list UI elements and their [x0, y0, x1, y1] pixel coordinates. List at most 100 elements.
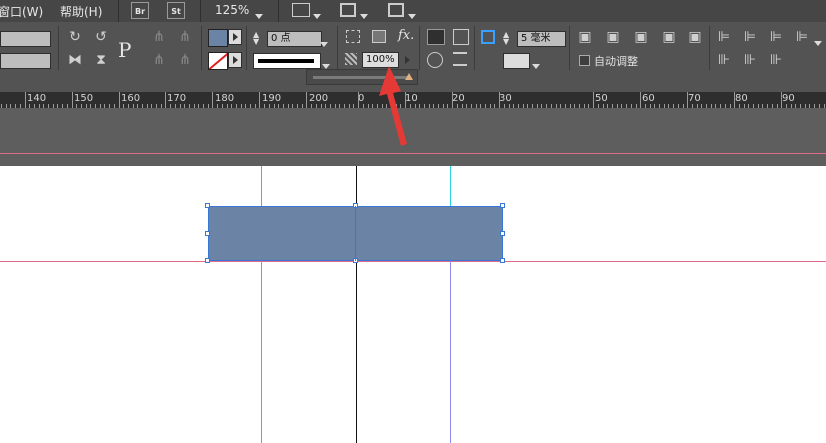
stroke-line-preview — [258, 59, 314, 63]
fit-proportionally-icon[interactable]: ▣ — [660, 29, 678, 45]
stroke-style-dropdown-icon[interactable] — [532, 58, 540, 72]
auto-fit-checkbox[interactable] — [579, 55, 590, 66]
zoom-dropdown-icon[interactable] — [255, 8, 263, 22]
fit-content-to-frame-icon[interactable]: ▣ — [576, 29, 594, 45]
align-to-icon[interactable]: ⊫ — [793, 29, 811, 45]
ruler-tick — [259, 92, 260, 108]
align-right-icon[interactable]: ⊫ — [767, 29, 785, 45]
bridge-button[interactable]: Br — [131, 2, 149, 19]
screen-mode-dropdown-icon[interactable] — [360, 8, 368, 22]
flip-vertical-icon[interactable]: ⧗ — [92, 52, 110, 68]
fill-frame-proportionally-icon[interactable]: ▣ — [686, 29, 704, 45]
fit-frame-to-content-icon[interactable]: ▣ — [604, 29, 622, 45]
arrange-dropdown-icon[interactable] — [408, 8, 416, 22]
view-options-icon[interactable] — [292, 3, 310, 17]
reference-point-icon[interactable]: P — [118, 38, 131, 62]
divider — [337, 26, 338, 70]
effects-button[interactable]: fx. — [398, 28, 414, 43]
menu-bar: 窗口(W) 帮助(H) Br St 125% — [0, 0, 826, 22]
ruler-tick — [212, 92, 213, 108]
y-position-field[interactable] — [0, 53, 51, 69]
ruler-tick — [781, 92, 782, 108]
align-center-icon[interactable]: ⊫ — [741, 29, 759, 45]
annotation-arrow — [379, 66, 407, 146]
align-to-dropdown-icon[interactable] — [814, 35, 822, 49]
divider — [569, 26, 570, 70]
arrow-shape — [379, 66, 407, 146]
ruler-label: 80 — [735, 93, 748, 104]
rotate-ccw-icon[interactable]: ↺ — [92, 29, 110, 45]
select-content-icon[interactable]: ⋔ — [176, 29, 194, 45]
shadow-frame-icon[interactable] — [372, 30, 386, 43]
arrange-documents-icon[interactable] — [388, 3, 404, 17]
margin-guide — [0, 261, 826, 262]
ruler-label: 60 — [642, 93, 655, 104]
handle-bottom-right[interactable] — [500, 258, 505, 263]
handle-top-left[interactable] — [205, 203, 210, 208]
wrap-jump-object-icon[interactable] — [453, 52, 467, 66]
center-content-icon[interactable]: ▣ — [632, 29, 650, 45]
gap-field[interactable]: 5 毫米 — [517, 31, 566, 47]
rotate-cw-icon[interactable]: ↻ — [66, 29, 84, 45]
wrap-bounding-box-icon[interactable] — [453, 29, 469, 45]
menu-divider — [118, 0, 119, 22]
handle-bottom-left[interactable] — [205, 258, 210, 263]
zoom-level[interactable]: 125% — [215, 3, 249, 17]
ruler-label: 180 — [215, 93, 235, 104]
drop-shadow-icon[interactable] — [346, 30, 360, 43]
handle-top-right[interactable] — [500, 203, 505, 208]
ruler-tick — [640, 92, 641, 108]
gap-stepper-icon[interactable]: ▲ ▼ — [503, 31, 515, 46]
ruler-tick — [25, 92, 26, 108]
x-position-field[interactable] — [0, 31, 51, 47]
ruler-label: 50 — [595, 93, 608, 104]
ruler-label: 70 — [688, 93, 701, 104]
menu-window[interactable]: 窗口(W) — [0, 3, 43, 20]
ruler-tick — [734, 92, 735, 108]
menu-help[interactable]: 帮助(H) — [60, 3, 102, 20]
select-previous-icon[interactable]: ⋔ — [150, 52, 168, 68]
fill-menu-button[interactable] — [228, 29, 242, 45]
wrap-object-shape-icon[interactable] — [427, 52, 443, 68]
ruler-tick — [306, 92, 307, 108]
stroke-weight-stepper-icon[interactable]: ▲ ▼ — [253, 31, 265, 46]
distribute-left-icon[interactable]: ⊪ — [715, 52, 733, 68]
distribute-center-icon[interactable]: ⊪ — [741, 52, 759, 68]
frame-center-mark — [355, 206, 356, 261]
auto-fit-label: 自动调整 — [594, 55, 638, 68]
ruler-label: 190 — [262, 93, 282, 104]
stroke-weight-field[interactable]: 0 点 — [267, 31, 322, 47]
ruler-tick — [593, 92, 594, 108]
ruler-label: 140 — [27, 93, 47, 104]
stroke-type-field[interactable] — [253, 53, 321, 69]
view-options-dropdown-icon[interactable] — [313, 8, 321, 22]
gap-icon — [481, 30, 495, 44]
select-container-icon[interactable]: ⋔ — [150, 29, 168, 45]
control-panel: ↻ ↺ ⧓ ⧗ P ⋔ ⋔ ⋔ ⋔ ▲ ▼ 0 点 fx. 100% ▲ ▼ 5 毫… — [0, 22, 826, 92]
stroke-weight-dropdown-icon[interactable] — [320, 36, 328, 50]
divider — [419, 26, 420, 70]
pasteboard[interactable] — [0, 108, 826, 166]
flip-horizontal-icon[interactable]: ⧓ — [66, 52, 84, 68]
align-left-icon[interactable]: ⊫ — [715, 29, 733, 45]
stock-button[interactable]: St — [167, 2, 185, 19]
screen-mode-icon[interactable] — [340, 3, 356, 17]
divider — [474, 26, 475, 70]
distribute-right-icon[interactable]: ⊪ — [767, 52, 785, 68]
ruler-tick — [119, 92, 120, 108]
wrap-none-icon[interactable] — [427, 29, 445, 45]
ruler-label: 170 — [167, 93, 187, 104]
stroke-menu-button[interactable] — [228, 52, 242, 68]
menu-divider — [200, 0, 201, 22]
divider — [201, 26, 202, 70]
ruler-tick — [358, 92, 359, 108]
handle-middle-left[interactable] — [205, 231, 210, 236]
stroke-swatch[interactable] — [208, 52, 228, 70]
fill-swatch[interactable] — [208, 29, 228, 47]
ruler-label: 20 — [452, 93, 465, 104]
select-next-icon[interactable]: ⋔ — [176, 52, 194, 68]
ruler-tick — [687, 92, 688, 108]
horizontal-ruler[interactable]: 140 150 160 170 180 190 200 0 10 20 30 50 60 70 80 90 — [0, 92, 826, 108]
stroke-style-field[interactable] — [503, 53, 530, 69]
handle-middle-right[interactable] — [500, 231, 505, 236]
